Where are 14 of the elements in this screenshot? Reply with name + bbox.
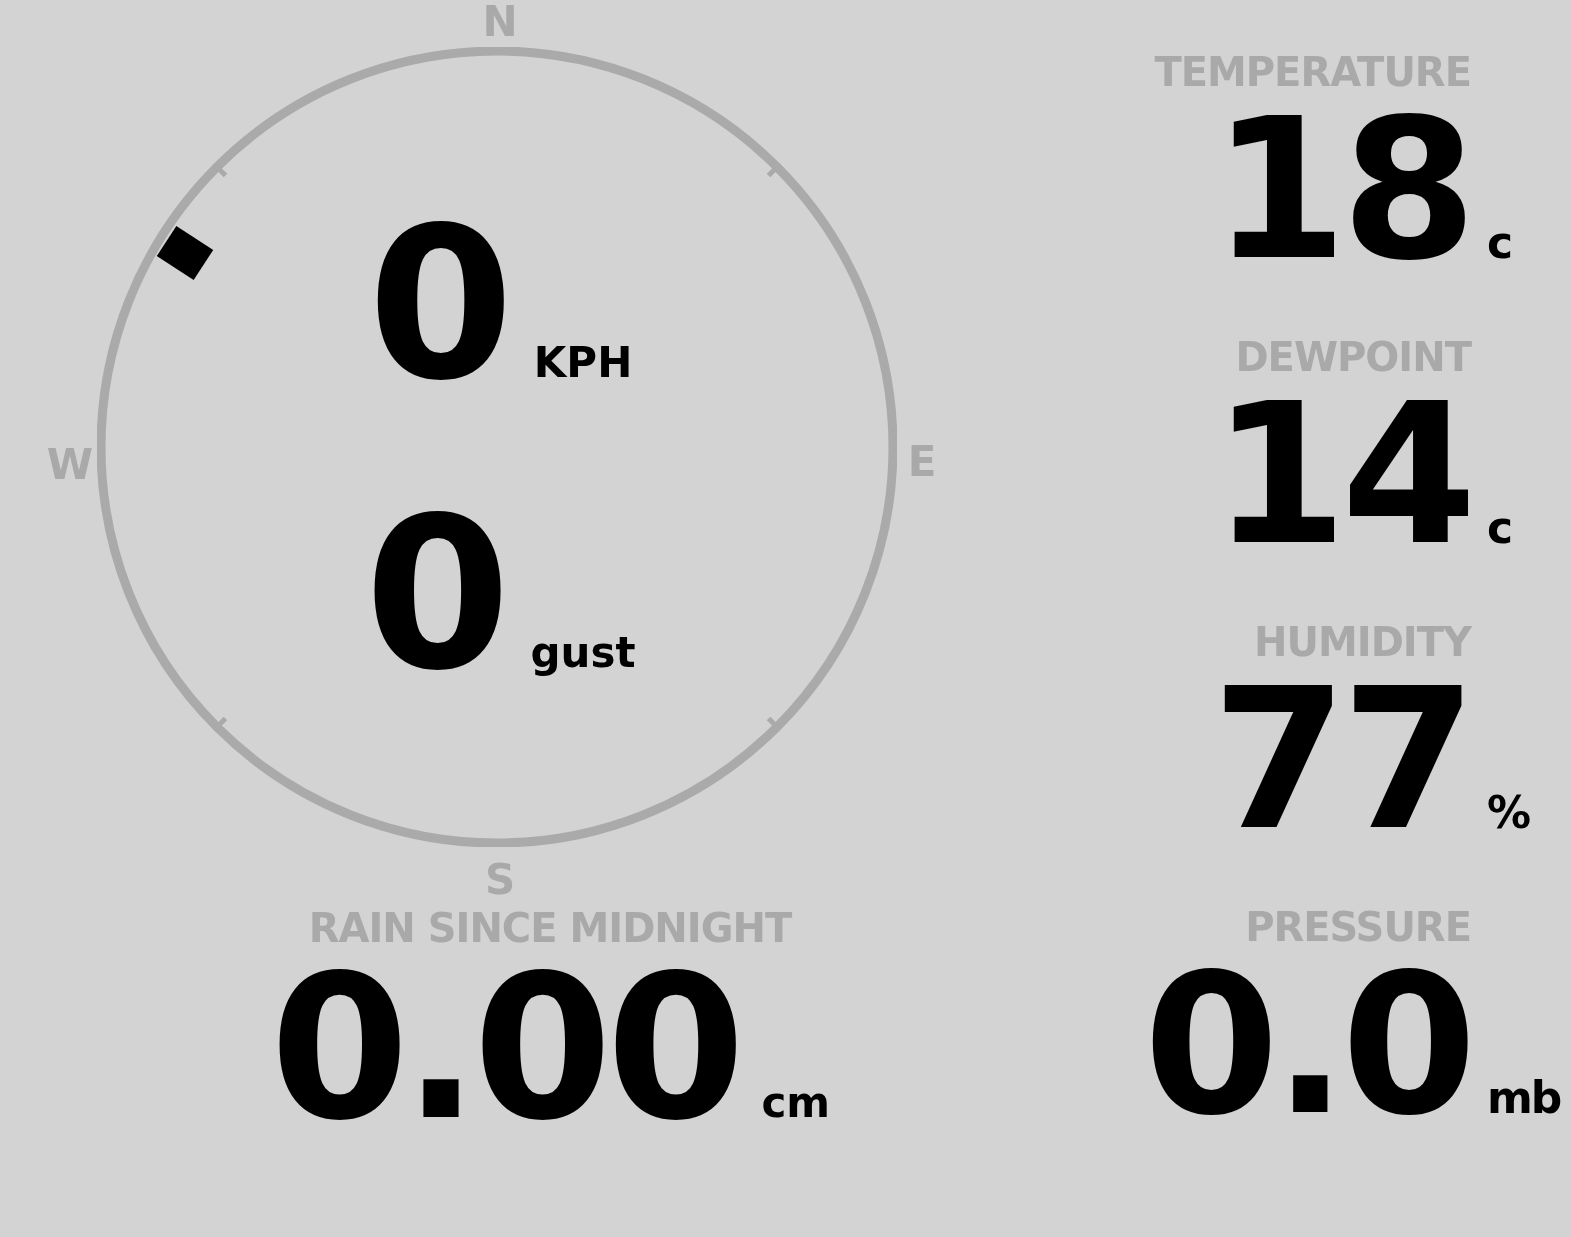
reading-unit: %: [1487, 791, 1531, 835]
reading-value: 18: [1211, 92, 1471, 287]
reading-value: 14: [1211, 377, 1471, 572]
wind-speed-unit: KPH: [533, 342, 633, 384]
reading-unit: c: [1487, 221, 1513, 265]
reading-value: 77: [1211, 662, 1471, 857]
reading-unit: c: [1487, 506, 1513, 550]
rain-unit: cm: [761, 1082, 831, 1124]
wind-speed-value: 0: [367, 200, 514, 410]
reading-value: 0.0: [1143, 947, 1471, 1142]
wind-speed-unit: gust: [530, 632, 636, 674]
rain-value: 0.00: [269, 948, 740, 1148]
reading-unit: mb: [1487, 1076, 1562, 1120]
wind-speed-value: 0: [364, 490, 511, 700]
